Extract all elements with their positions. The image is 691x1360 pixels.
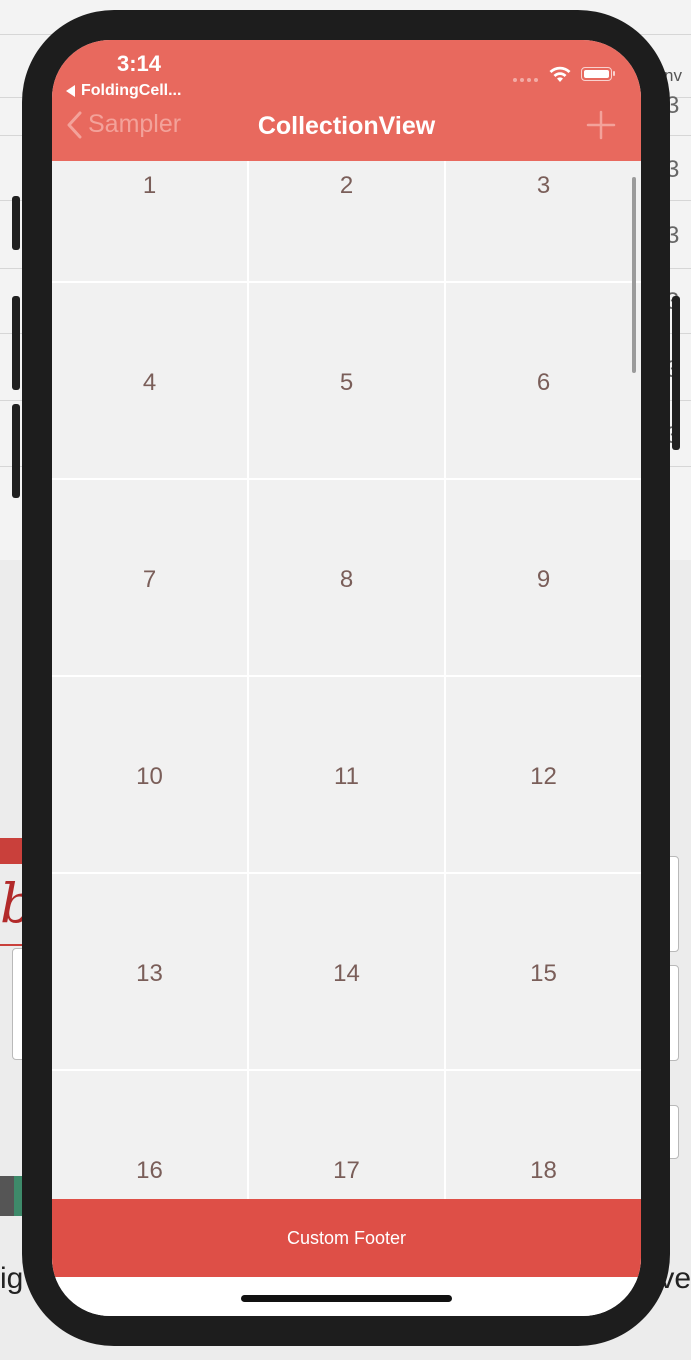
collection-cell[interactable]: 5 xyxy=(249,283,444,478)
wifi-icon xyxy=(549,66,571,82)
cell-number: 7 xyxy=(142,566,157,593)
background-dark-tile xyxy=(0,1176,14,1216)
cell-number: 2 xyxy=(339,172,354,199)
collection-cell[interactable]: 11 xyxy=(249,677,444,872)
phone-screen: 3:14 FoldingCell... Sampler CollectionVi… xyxy=(52,40,641,1316)
scroll-indicator[interactable] xyxy=(632,177,636,373)
grid-divider xyxy=(52,675,641,677)
back-to-app-label: FoldingCell... xyxy=(81,82,182,99)
mute-switch xyxy=(12,196,20,250)
cell-number: 10 xyxy=(136,763,163,790)
custom-footer: Custom Footer xyxy=(52,1199,641,1277)
cell-number: 4 xyxy=(142,369,157,396)
status-time: 3:14 xyxy=(116,51,162,76)
grid-divider xyxy=(247,161,249,1201)
grid-divider xyxy=(444,161,446,1201)
cell-number: 12 xyxy=(530,763,557,790)
collection-cell[interactable]: 10 xyxy=(52,677,247,872)
battery-icon xyxy=(581,67,615,81)
cell-number: 1 xyxy=(142,172,157,199)
back-to-app-button[interactable]: FoldingCell... xyxy=(66,82,181,100)
collection-cell[interactable]: 4 xyxy=(52,283,247,478)
cellular-signal-icon xyxy=(513,78,538,82)
cell-number: 8 xyxy=(339,566,354,593)
collection-cell[interactable]: 14 xyxy=(249,874,444,1069)
collection-cell[interactable]: 2 xyxy=(249,161,444,281)
grid-divider xyxy=(52,1069,641,1071)
cell-number: 18 xyxy=(530,1157,557,1184)
cell-number: 14 xyxy=(333,960,360,987)
power-button xyxy=(672,296,680,450)
volume-down-button xyxy=(12,404,20,498)
collection-cell[interactable]: 15 xyxy=(446,874,641,1069)
collection-cell[interactable]: 9 xyxy=(446,480,641,675)
home-indicator[interactable] xyxy=(241,1295,452,1302)
collection-cell[interactable]: 1 xyxy=(52,161,247,281)
collection-cell[interactable]: 8 xyxy=(249,480,444,675)
back-triangle-icon xyxy=(66,85,75,97)
cell-number: 17 xyxy=(333,1157,360,1184)
collection-cell[interactable]: 13 xyxy=(52,874,247,1069)
cell-number: 9 xyxy=(536,566,551,593)
cell-number: 15 xyxy=(530,960,557,987)
page-title: CollectionView xyxy=(257,112,436,140)
background-text-left: ig xyxy=(0,1262,24,1295)
collection-cell[interactable]: 7 xyxy=(52,480,247,675)
volume-up-button xyxy=(12,296,20,390)
plus-icon[interactable] xyxy=(586,110,616,140)
cell-number: 5 xyxy=(339,369,354,396)
grid-divider xyxy=(52,281,641,283)
navigation-bar: 3:14 FoldingCell... Sampler CollectionVi… xyxy=(52,40,641,161)
grid-divider xyxy=(52,872,641,874)
collection-cell[interactable]: 3 xyxy=(446,161,641,281)
grid-divider xyxy=(52,478,641,480)
cell-number: 16 xyxy=(136,1157,163,1184)
cell-number: 3 xyxy=(536,172,551,199)
cell-number: 13 xyxy=(136,960,163,987)
cell-number: 6 xyxy=(536,369,551,396)
collection-cell[interactable]: 12 xyxy=(446,677,641,872)
cell-number: 11 xyxy=(334,763,359,790)
collection-cell[interactable]: 6 xyxy=(446,283,641,478)
